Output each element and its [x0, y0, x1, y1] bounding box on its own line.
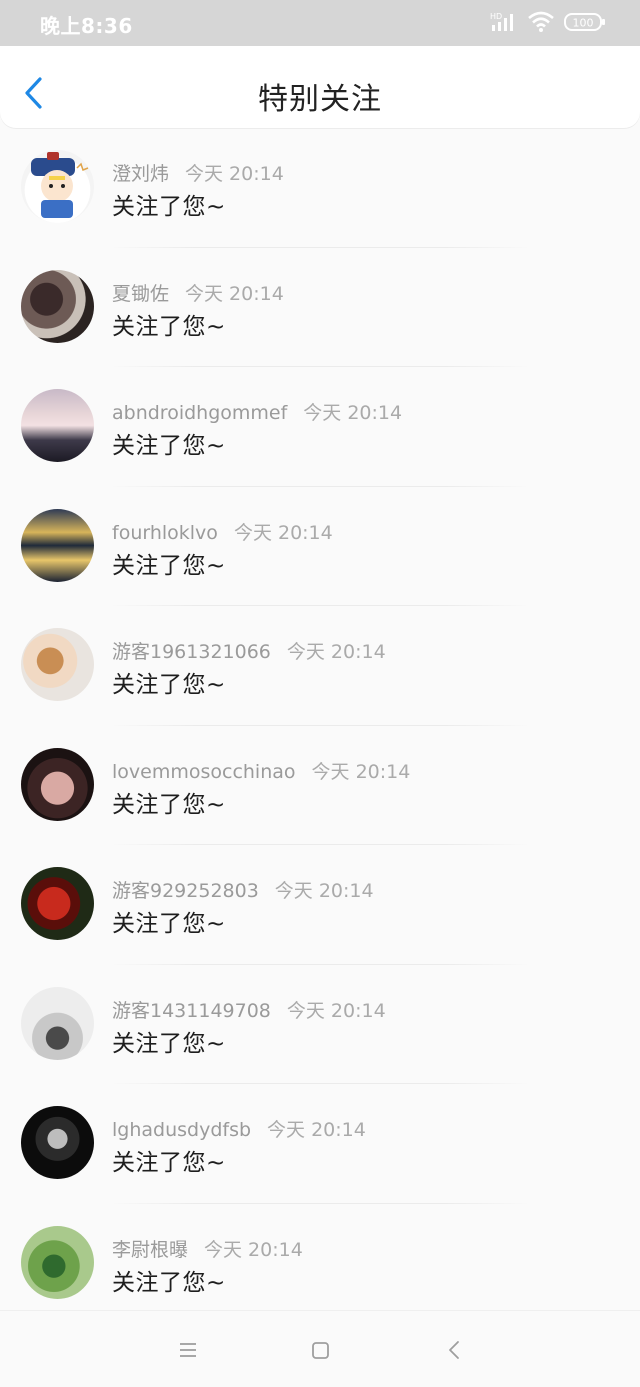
username: 游客1961321066 [112, 641, 271, 663]
battery-level: 100 [573, 17, 594, 30]
timestamp: 今天 20:14 [274, 880, 374, 902]
username: 夏锄佐 [112, 282, 170, 305]
username: 游客929252803 [112, 880, 259, 902]
username: lghadusdydfsb [112, 1119, 252, 1141]
cartoon-official-avatar-image [31, 152, 89, 218]
list-item[interactable]: 夏锄佐 今天 20:14 关注了您~ [0, 248, 640, 367]
notification-message: 关注了您~ [112, 1030, 226, 1057]
notification-message: 关注了您~ [112, 194, 226, 220]
avatar [21, 150, 94, 223]
avatar [21, 1106, 94, 1179]
wifi-icon [528, 11, 554, 32]
app-screen: 晚上8:36 HD 100 特别关注 澄刘炜 今天 20:14 关注了您~ 夏锄… [0, 0, 640, 1387]
notification-meta: 游客1431149708 今天 20:14 [112, 996, 386, 1023]
list-item[interactable]: 李尉根曝 今天 20:14 关注了您~ [0, 1204, 640, 1324]
list-item[interactable]: lovemmosocchinao 今天 20:14 关注了您~ [0, 726, 640, 845]
notification-message: 关注了您~ [112, 672, 226, 698]
notification-meta: 游客1961321066 今天 20:14 [112, 637, 386, 664]
avatar [21, 747, 94, 821]
notification-message: 关注了您~ [112, 1269, 226, 1296]
username: lovemmosocchinao [112, 760, 296, 783]
username: 游客1431149708 [112, 999, 271, 1022]
timestamp: 今天 20:14 [185, 282, 284, 305]
list-item[interactable]: 游客929252803 今天 20:14 关注了您~ [0, 845, 640, 965]
avatar [21, 867, 94, 940]
list-item[interactable]: 澄刘炜 今天 20:14 关注了您~ [0, 128, 640, 248]
follow-notification-list: 澄刘炜 今天 20:14 关注了您~ 夏锄佐 今天 20:14 关注了您~ abnd… [0, 128, 640, 1323]
notification-message: 关注了您~ [112, 911, 226, 937]
back-triangle-icon[interactable] [440, 1335, 470, 1365]
menu-icon[interactable] [173, 1335, 203, 1365]
timestamp: 今天 20:14 [286, 999, 386, 1022]
notification-meta: 李尉根曝 今天 20:14 [112, 1235, 303, 1262]
signal-icon: HD [490, 12, 513, 31]
timestamp: 今天 20:14 [233, 521, 333, 544]
timestamp: 今天 20:14 [267, 1119, 366, 1141]
notification-message: 关注了您~ [112, 433, 226, 459]
page-title: 特别关注 [258, 82, 382, 117]
list-item[interactable]: 游客1431149708 今天 20:14 关注了您~ [0, 965, 640, 1084]
avatar [21, 1225, 94, 1299]
timestamp: 今天 20:14 [303, 402, 403, 424]
avatar [21, 389, 94, 462]
home-square-icon[interactable] [305, 1335, 335, 1365]
status-bar: 晚上8:36 HD 100 [0, 0, 640, 46]
system-navigation-bar [0, 1310, 640, 1387]
list-item[interactable]: 游客1961321066 今天 20:14 关注了您~ [0, 606, 640, 726]
timestamp: 今天 20:14 [311, 760, 411, 783]
notification-meta: abndroidhgommef 今天 20:14 [112, 398, 402, 425]
avatar [21, 269, 94, 343]
notification-message: 关注了您~ [112, 791, 226, 818]
username: 澄刘炜 [112, 163, 170, 185]
list-item[interactable]: abndroidhgommef 今天 20:14 关注了您~ [0, 367, 640, 487]
avatar [21, 986, 94, 1060]
notification-meta: 游客929252803 今天 20:14 [112, 876, 374, 903]
avatar [21, 628, 94, 701]
notification-meta: 夏锄佐 今天 20:14 [112, 279, 284, 306]
list-item[interactable]: lghadusdydfsb 今天 20:14 关注了您~ [0, 1084, 640, 1204]
network-type-label: HD [490, 12, 502, 21]
status-time: 晚上8:36 [40, 14, 133, 38]
battery-icon: 100 [564, 13, 605, 31]
list-item[interactable]: fourhloklvo 今天 20:14 关注了您~ [0, 487, 640, 606]
notification-message: 关注了您~ [112, 1150, 226, 1176]
notification-meta: lghadusdydfsb 今天 20:14 [112, 1115, 366, 1142]
notification-message: 关注了您~ [112, 552, 226, 579]
top-app-bar: 特别关注 [0, 46, 640, 128]
username: abndroidhgommef [112, 402, 288, 424]
timestamp: 今天 20:14 [185, 163, 284, 185]
status-icons: HD 100 [490, 11, 606, 33]
notification-message: 关注了您~ [112, 313, 226, 340]
avatar [21, 508, 94, 582]
notification-meta: fourhloklvo 今天 20:14 [112, 518, 333, 545]
username: fourhloklvo [112, 521, 218, 544]
timestamp: 今天 20:14 [204, 1238, 303, 1261]
username: 李尉根曝 [112, 1238, 189, 1261]
timestamp: 今天 20:14 [286, 641, 386, 663]
notification-meta: lovemmosocchinao 今天 20:14 [112, 757, 410, 784]
notification-meta: 澄刘炜 今天 20:14 [112, 159, 284, 186]
